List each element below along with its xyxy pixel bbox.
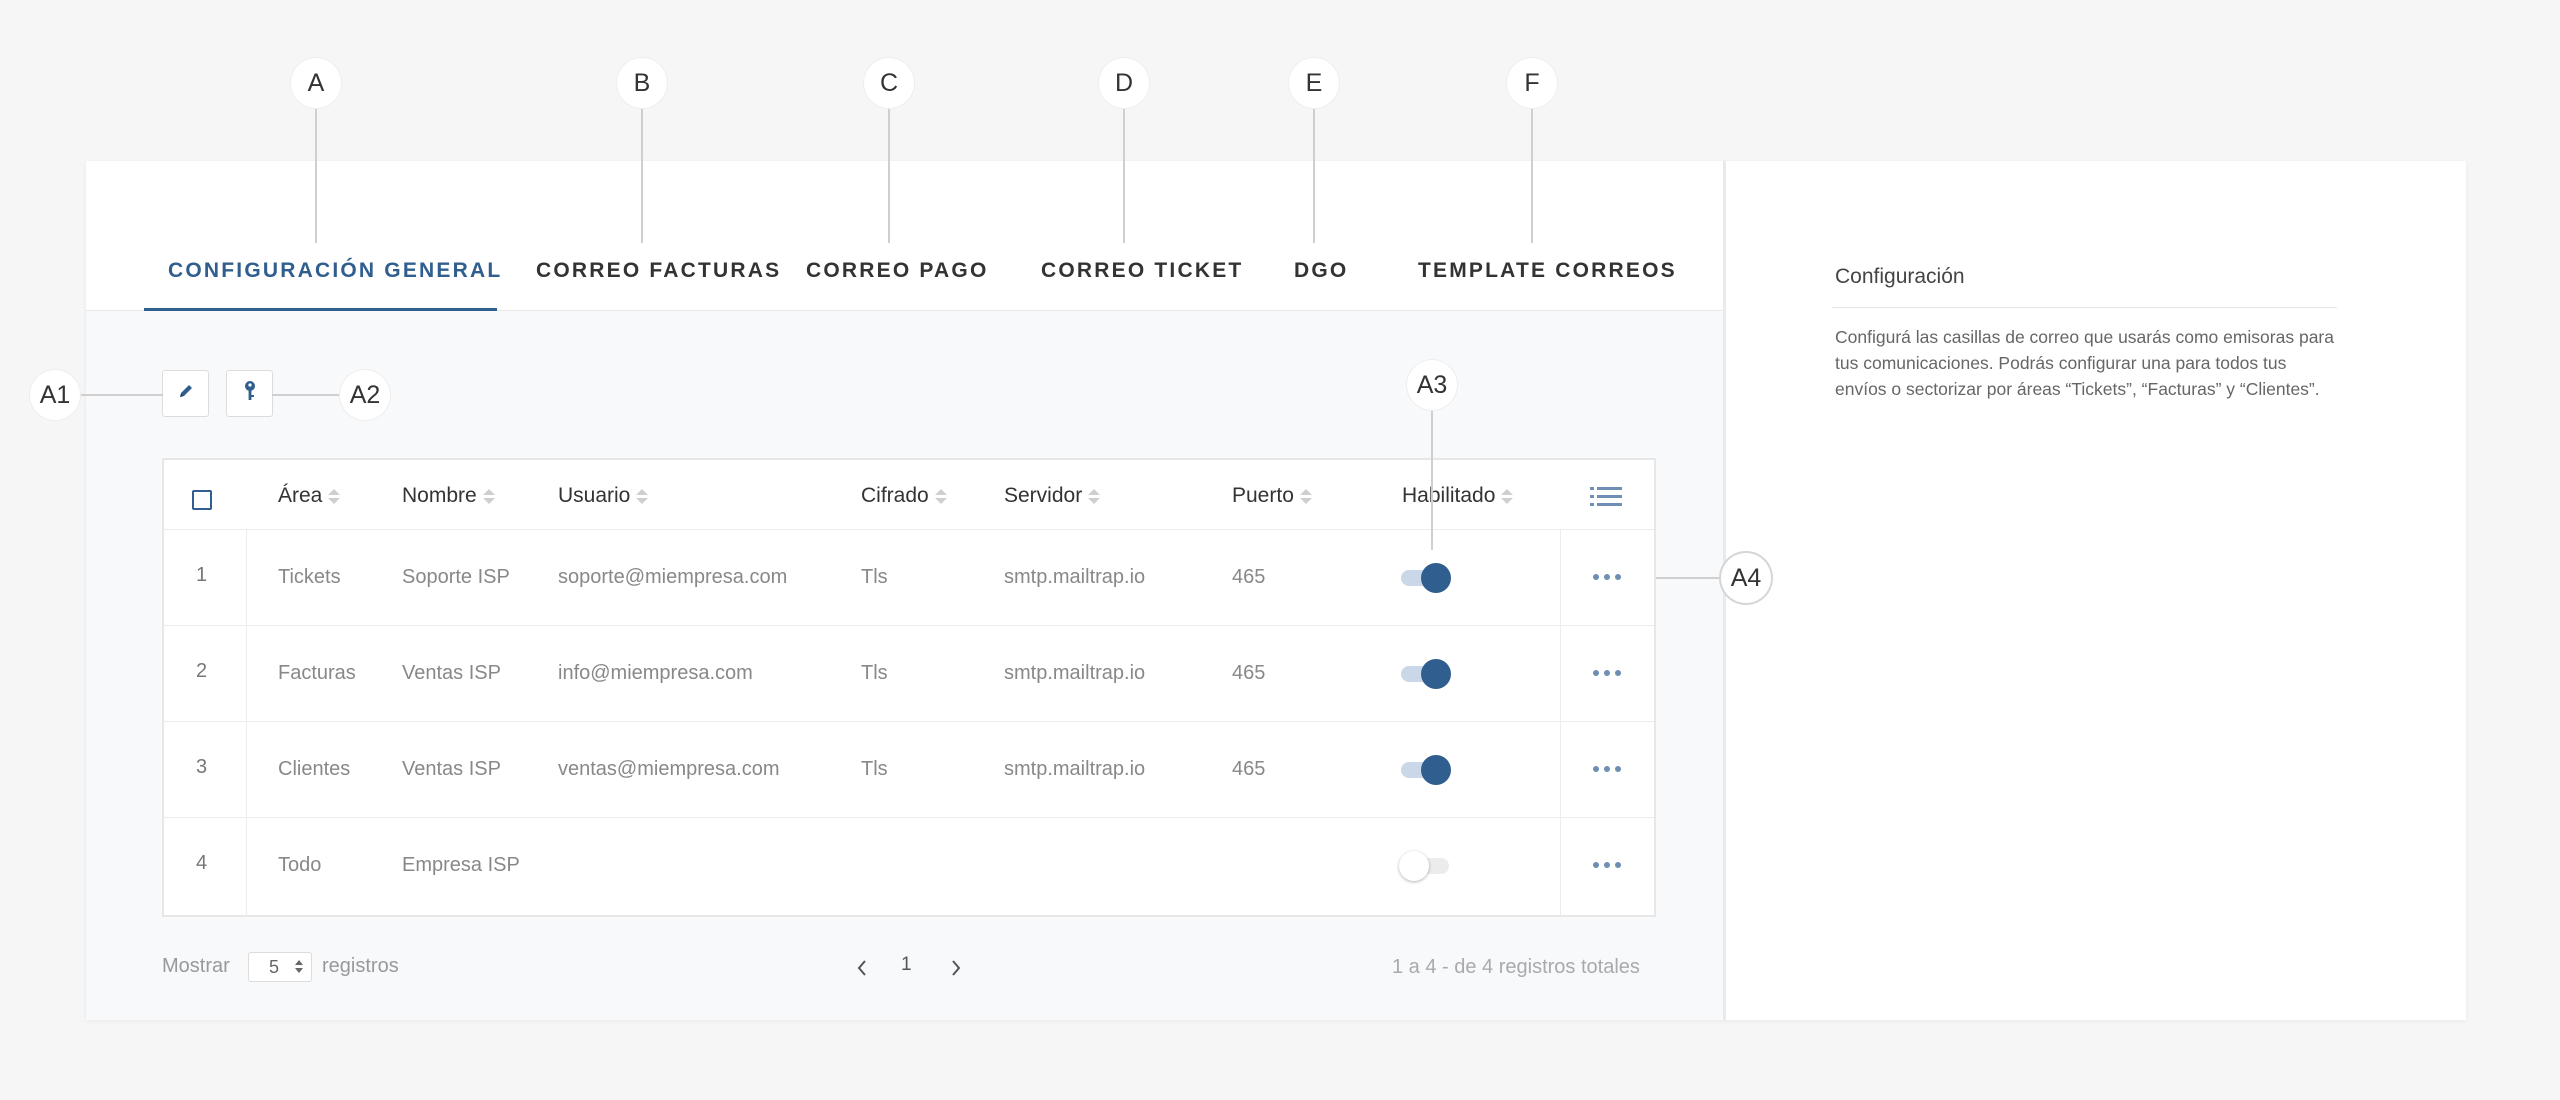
cell-area: Clientes (278, 758, 351, 780)
sort-icon (1299, 488, 1312, 504)
column-area[interactable]: Área (278, 484, 341, 508)
tab-configuracion-general[interactable]: CONFIGURACIÓN GENERAL (168, 259, 502, 283)
table-row[interactable]: 3 Clientes Ventas ISP ventas@miempresa.c… (164, 722, 1654, 818)
callout-d: D (1099, 58, 1149, 108)
sort-icon (1088, 488, 1101, 504)
sort-icon (1501, 488, 1514, 504)
cell-puerto: 465 (1232, 566, 1266, 588)
cell-nombre: Ventas ISP (402, 662, 501, 684)
select-all-checkbox[interactable] (192, 490, 212, 510)
help-sidebar: Configuración Configurá las casillas de … (1729, 161, 2466, 1020)
stepper-icon (295, 960, 303, 973)
more-options-icon[interactable] (1593, 574, 1621, 580)
column-puerto[interactable]: Puerto (1232, 484, 1312, 508)
tab-template-correos[interactable]: TEMPLATE CORREOS (1418, 259, 1677, 283)
cell-usuario: ventas@miempresa.com (558, 758, 780, 780)
tab-correo-facturas[interactable]: CORREO FACTURAS (536, 259, 781, 283)
sort-icon (328, 488, 341, 504)
row-index: 3 (196, 756, 208, 778)
cell-nombre: Ventas ISP (402, 758, 501, 780)
row-index: 4 (196, 852, 208, 874)
sort-icon (636, 488, 649, 504)
pencil-icon (177, 382, 195, 405)
table-row[interactable]: 4 Todo Empresa ISP (164, 818, 1654, 915)
cell-area: Todo (278, 854, 322, 876)
tab-content: Área Nombre Usuario Cifrado Servidor Pue… (86, 311, 1723, 1020)
column-usuario[interactable]: Usuario (558, 484, 649, 508)
row-index: 1 (196, 564, 208, 586)
chevron-left-icon[interactable] (856, 959, 868, 982)
more-options-icon[interactable] (1593, 670, 1621, 676)
cell-area: Facturas (278, 662, 356, 684)
column-nombre[interactable]: Nombre (402, 484, 495, 508)
sidebar-title: Configuración (1835, 265, 1965, 288)
cell-nombre: Empresa ISP (402, 854, 520, 876)
key-button[interactable] (226, 370, 273, 417)
column-cifrado[interactable]: Cifrado (861, 484, 947, 508)
show-label: Mostrar (162, 955, 230, 977)
key-icon (241, 380, 259, 407)
callout-a: A (291, 58, 341, 108)
tab-correo-pago[interactable]: CORREO PAGO (806, 259, 989, 283)
callout-a4: A4 (1721, 553, 1771, 603)
enabled-toggle[interactable] (1401, 563, 1451, 593)
cell-usuario: soporte@miempresa.com (558, 566, 788, 588)
cell-puerto: 465 (1232, 758, 1266, 780)
callout-f: F (1507, 58, 1557, 108)
callout-e: E (1289, 58, 1339, 108)
callout-a3: A3 (1407, 360, 1457, 410)
cell-servidor: smtp.mailtrap.io (1004, 566, 1146, 588)
cell-cifrado: Tls (861, 566, 888, 588)
tab-correo-ticket[interactable]: CORREO TICKET (1041, 259, 1243, 283)
list-icon[interactable] (1590, 486, 1622, 513)
sidebar-description: Configurá las casillas de correo que usa… (1835, 327, 2334, 399)
cell-servidor: smtp.mailtrap.io (1004, 758, 1146, 780)
more-options-icon[interactable] (1593, 862, 1621, 868)
tab-bar: CONFIGURACIÓN GENERAL CORREO FACTURAS CO… (86, 161, 1723, 311)
sidebar-divider (1832, 307, 2337, 308)
enabled-toggle[interactable] (1399, 851, 1451, 881)
cell-area: Tickets (278, 566, 341, 588)
records-label: registros (322, 955, 399, 977)
callout-a1: A1 (30, 370, 80, 420)
page-size-select[interactable]: 5 (248, 952, 312, 982)
enabled-toggle[interactable] (1401, 659, 1451, 689)
email-config-panel: CONFIGURACIÓN GENERAL CORREO FACTURAS CO… (86, 161, 1726, 1020)
cell-cifrado: Tls (861, 758, 888, 780)
more-options-icon[interactable] (1593, 766, 1621, 772)
callout-a2: A2 (340, 370, 390, 420)
enabled-toggle[interactable] (1401, 755, 1451, 785)
cell-nombre: Soporte ISP (402, 566, 510, 588)
callout-b: B (617, 58, 667, 108)
chevron-right-icon[interactable] (950, 959, 962, 982)
sort-icon (934, 488, 947, 504)
cell-usuario: info@miempresa.com (558, 662, 753, 684)
column-habilitado[interactable]: Habilitado (1402, 484, 1514, 508)
column-servidor[interactable]: Servidor (1004, 484, 1101, 508)
callout-c: C (864, 58, 914, 108)
cell-cifrado: Tls (861, 662, 888, 684)
settings-card: CONFIGURACIÓN GENERAL CORREO FACTURAS CO… (86, 161, 2466, 1020)
table-row[interactable]: 2 Facturas Ventas ISP info@miempresa.com… (164, 626, 1654, 722)
cell-servidor: smtp.mailtrap.io (1004, 662, 1146, 684)
sort-icon (482, 488, 495, 504)
tab-dgo[interactable]: DGO (1294, 259, 1348, 283)
records-summary: 1 a 4 - de 4 registros totales (1392, 956, 1640, 978)
cell-puerto: 465 (1232, 662, 1266, 684)
current-page[interactable]: 1 (901, 954, 912, 976)
edit-button[interactable] (162, 370, 209, 417)
row-index: 2 (196, 660, 208, 682)
